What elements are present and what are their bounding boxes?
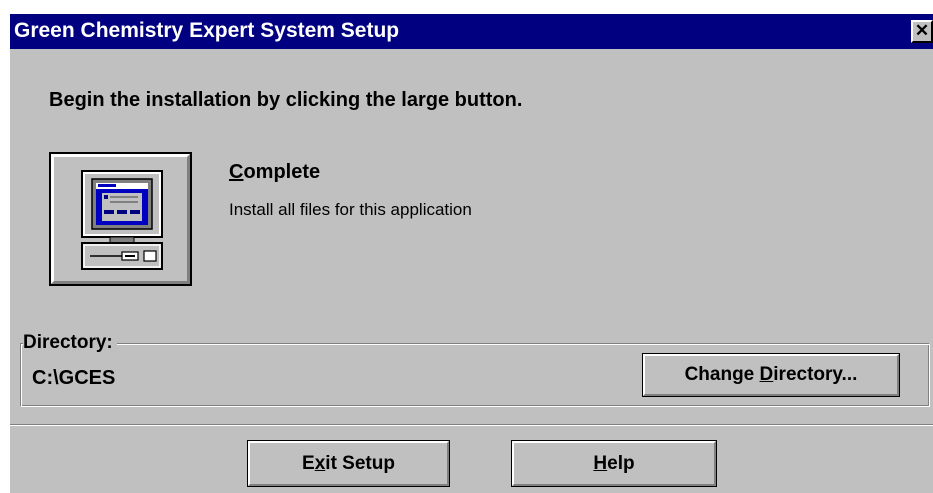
setup-dialog: Green Chemistry Expert System Setup ✕ Be…	[10, 14, 933, 493]
computer-icon	[81, 170, 163, 270]
change-directory-button[interactable]: Change Directory...	[642, 353, 900, 397]
directory-path: C:\GCES	[32, 367, 116, 389]
option-complete-title: Complete	[229, 161, 321, 183]
option-complete-description: Install all files for this application	[229, 200, 472, 219]
instruction-text: Begin the installation by clicking the l…	[49, 89, 523, 111]
title-bar[interactable]: Green Chemistry Expert System Setup ✕	[10, 14, 933, 49]
separator	[10, 424, 933, 426]
window-title: Green Chemistry Expert System Setup	[14, 19, 400, 42]
exit-setup-button[interactable]: Ex it Setup	[247, 440, 450, 487]
close-icon: ✕	[914, 21, 930, 40]
complete-install-button[interactable]	[49, 152, 192, 286]
close-button[interactable]: ✕	[911, 20, 933, 43]
directory-label: Directory:	[23, 332, 117, 354]
help-button[interactable]: Help	[511, 440, 717, 487]
